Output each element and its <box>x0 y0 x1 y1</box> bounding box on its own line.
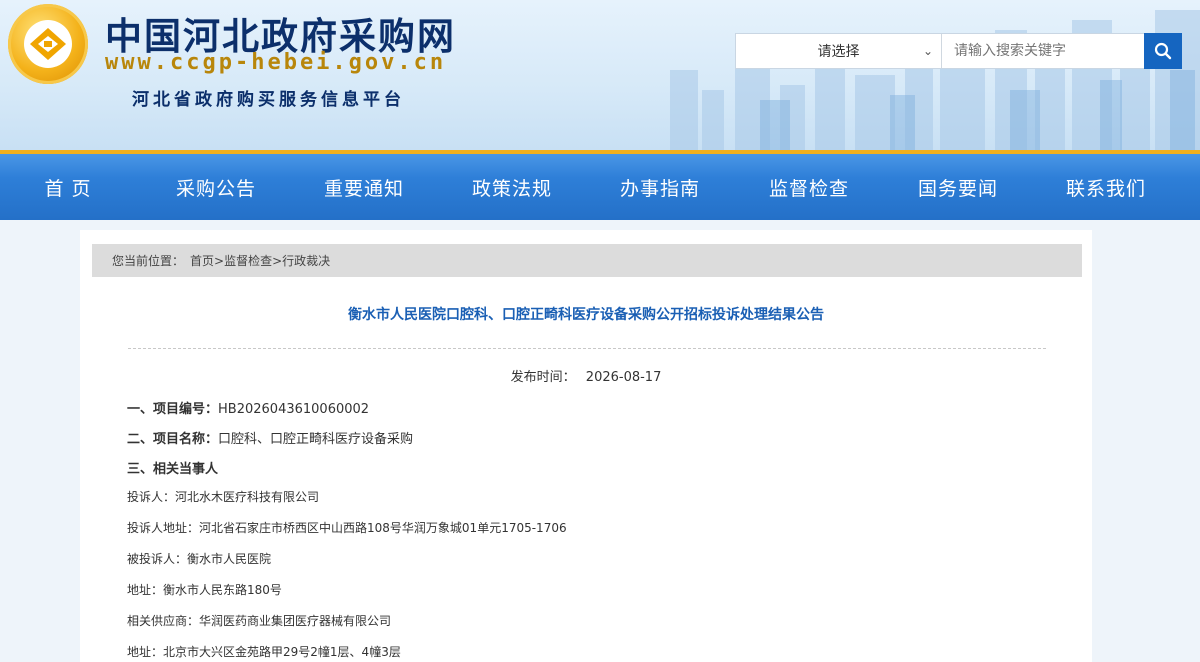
field-label: 被投诉人： <box>127 552 188 566</box>
article-panel: 您当前位置： 首页 > 监督检查 > 行政裁决 衡水市人民医院口腔科、口腔正畸科… <box>80 230 1092 662</box>
search-category-value: 请选择 <box>817 44 860 60</box>
breadcrumb-current[interactable]: 行政裁决 <box>282 252 330 269</box>
site-subtitle: 河北省政府购买服务信息平台 <box>132 90 405 110</box>
complainant-name: 河北水木医疗科技有限公司 <box>175 490 320 504</box>
search-icon <box>1154 42 1172 60</box>
breadcrumb-prefix: 您当前位置： <box>112 254 185 268</box>
title-divider <box>128 348 1046 349</box>
main-nav: 首 页 采购公告 重要通知 政策法规 办事指南 监督检查 国务要闻 联系我们 <box>0 150 1200 220</box>
breadcrumb-section-link[interactable]: 监督检查 <box>224 252 272 269</box>
nav-item-important-notices[interactable]: 重要通知 <box>290 154 438 220</box>
field-label: 地址： <box>127 645 164 659</box>
supplier-address-row: 地址：北京市大兴区金苑路甲29号2幢1层、4幢3层 <box>127 643 401 660</box>
search-button[interactable] <box>1144 33 1182 69</box>
publish-label: 发布时间： <box>510 370 576 385</box>
project-name: 口腔科、口腔正畸科医疗设备采购 <box>218 432 414 447</box>
nav-item-contact[interactable]: 联系我们 <box>1032 154 1180 220</box>
field-label: 地址： <box>127 583 164 597</box>
respondent-row: 被投诉人：衡水市人民医院 <box>127 550 271 567</box>
project-number: HB2026043610060002 <box>218 402 370 417</box>
publish-info: 发布时间： 2026-08-17 <box>80 366 1092 385</box>
related-supplier-name: 华润医药商业集团医疗器械有限公司 <box>199 614 392 628</box>
nav-item-policies[interactable]: 政策法规 <box>438 154 586 220</box>
complainant-address-row: 投诉人地址：河北省石家庄市桥西区中山西路108号华润万象城01单元1705-17… <box>127 519 567 536</box>
search-input[interactable] <box>942 34 1166 68</box>
project-name-row: 二、项目名称：口腔科、口腔正畸科医疗设备采购 <box>127 428 413 447</box>
nav-item-supervision[interactable]: 监督检查 <box>735 154 883 220</box>
breadcrumb: 您当前位置： 首页 > 监督检查 > 行政裁决 <box>92 244 1082 277</box>
respondent-address: 衡水市人民东路180号 <box>163 583 282 597</box>
city-skyline-decoration <box>670 10 1200 150</box>
related-supplier-row: 相关供应商：华润医药商业集团医疗器械有限公司 <box>127 612 391 629</box>
respondent-address-row: 地址：衡水市人民东路180号 <box>127 581 282 598</box>
emblem-logo-icon[interactable] <box>8 4 88 84</box>
field-label: 二、项目名称： <box>127 432 219 447</box>
search-category-select[interactable]: 请选择 ⌄ <box>736 34 942 68</box>
field-label: 投诉人： <box>127 490 176 504</box>
nav-item-state-news[interactable]: 国务要闻 <box>884 154 1032 220</box>
publish-date: 2026-08-17 <box>585 370 662 385</box>
article-title: 衡水市人民医院口腔科、口腔正畸科医疗设备采购公开招标投诉处理结果公告 <box>348 307 824 323</box>
breadcrumb-separator: > <box>272 253 283 268</box>
complainant-row: 投诉人：河北水木医疗科技有限公司 <box>127 488 319 505</box>
respondent-name: 衡水市人民医院 <box>187 552 272 566</box>
site-header: 中国河北政府采购网 www.ccgp-hebei.gov.cn 河北省政府购买服… <box>0 0 1200 150</box>
nav-item-guide[interactable]: 办事指南 <box>586 154 734 220</box>
nav-item-procurement-notices[interactable]: 采购公告 <box>142 154 290 220</box>
site-url: www.ccgp-hebei.gov.cn <box>105 50 447 75</box>
project-number-row: 一、项目编号：HB2026043610060002 <box>127 398 369 417</box>
search-bar: 请选择 ⌄ <box>735 33 1182 69</box>
supplier-address: 北京市大兴区金苑路甲29号2幢1层、4幢3层 <box>163 645 401 659</box>
parties-heading-row: 三、相关当事人 <box>127 458 218 477</box>
complainant-address: 河北省石家庄市桥西区中山西路108号华润万象城01单元1705-1706 <box>199 521 567 535</box>
section-heading: 三、相关当事人 <box>127 462 219 477</box>
chevron-down-icon: ⌄ <box>922 44 933 58</box>
field-label: 一、项目编号： <box>127 402 219 417</box>
field-label: 相关供应商： <box>127 614 200 628</box>
breadcrumb-home-link[interactable]: 首页 <box>190 252 214 269</box>
field-label: 投诉人地址： <box>127 521 200 535</box>
breadcrumb-separator: > <box>214 253 225 268</box>
nav-item-home[interactable]: 首 页 <box>0 154 142 220</box>
